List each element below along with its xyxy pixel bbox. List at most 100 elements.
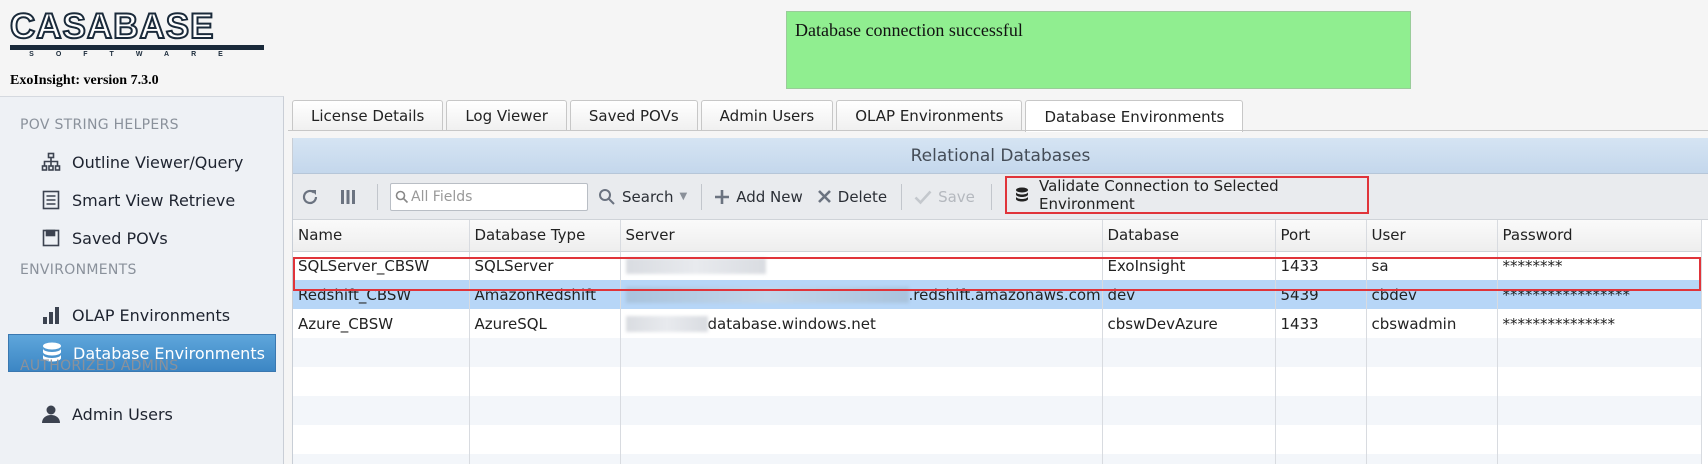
cell-port: 5439 (1275, 280, 1367, 309)
grid-header-row: Name Database Type Server Database Port … (293, 220, 1702, 252)
sidebar-section-authorized-admins: AUTHORIZED ADMINS (20, 358, 179, 374)
database-icon (1015, 187, 1029, 203)
reload-button[interactable] (301, 188, 325, 206)
cell-server (620, 251, 1103, 280)
tab-divider (288, 130, 1708, 131)
redacted-text (625, 316, 708, 332)
columns-button[interactable] (339, 188, 363, 206)
empty-row (293, 367, 1702, 396)
tab-bar: License Details Log Viewer Saved POVs Ad… (292, 100, 1246, 132)
casabase-logo: CASABASE SOFTWARE (9, 7, 264, 58)
search-field-icon (395, 190, 409, 204)
column-header-port[interactable]: Port (1275, 220, 1367, 252)
panel-title: Relational Databases (293, 138, 1708, 174)
sidebar-item-label: Saved POVs (72, 228, 168, 248)
save-icon (40, 227, 62, 249)
cell-database-type: AmazonRedshift (469, 280, 621, 309)
cell-name: Azure_CBSW (293, 309, 470, 338)
column-header-password[interactable]: Password (1497, 220, 1702, 252)
tab-log-viewer[interactable]: Log Viewer (446, 100, 567, 130)
delete-button[interactable]: Delete (817, 188, 887, 206)
plus-icon (714, 189, 730, 205)
cell-password: ***************** (1497, 280, 1702, 309)
table-row-selected[interactable]: Redshift_CBSW AmazonRedshift .redshift.a… (293, 280, 1702, 309)
sidebar-item-label: Smart View Retrieve (72, 190, 236, 210)
column-header-database[interactable]: Database (1102, 220, 1276, 252)
sidebar-item-label: Outline Viewer/Query (72, 152, 244, 172)
validate-connection-button[interactable]: Validate Connection to Selected Environm… (1005, 176, 1369, 214)
cell-password: *************** (1497, 309, 1702, 338)
toolbar-separator (901, 183, 903, 210)
checkmark-icon (914, 189, 932, 205)
cell-database-type: SQLServer (469, 251, 621, 280)
sidebar-section-pov-helpers: POV STRING HELPERS (20, 117, 179, 133)
add-new-button[interactable]: Add New (714, 188, 803, 206)
table-row[interactable]: Azure_CBSW AzureSQL database.windows.net… (293, 309, 1702, 338)
search-button[interactable]: Search ▼ (598, 188, 687, 206)
sidebar-item-olap-environments[interactable]: OLAP Environments (8, 296, 276, 334)
delete-label: Delete (837, 187, 888, 206)
redacted-text (625, 287, 909, 303)
cell-database-type: AzureSQL (469, 309, 621, 338)
user-icon (40, 403, 62, 425)
grid-toolbar: Search ▼ Add New Delete Save (293, 174, 1708, 220)
toolbar-separator (377, 183, 378, 210)
column-header-server[interactable]: Server (620, 220, 1103, 252)
cell-database: cbswDevAzure (1102, 309, 1276, 338)
empty-row (293, 454, 1702, 464)
sidebar-item-smart-view-retrieve[interactable]: Smart View Retrieve (8, 181, 276, 219)
version-label: ExoInsight: version 7.3.0 (10, 73, 159, 88)
save-label: Save (938, 187, 975, 206)
sidebar-section-environments: ENVIRONMENTS (20, 262, 137, 278)
columns-icon (339, 188, 357, 206)
document-icon (40, 189, 62, 211)
tab-license-details[interactable]: License Details (292, 100, 444, 130)
sidebar-item-admin-users[interactable]: Admin Users (8, 395, 276, 433)
logo-text: CASABASE (9, 7, 215, 46)
cell-port: 1433 (1275, 309, 1367, 338)
toolbar-separator (990, 183, 992, 210)
add-new-label: Add New (736, 187, 803, 206)
hierarchy-icon (40, 151, 62, 173)
cell-user: cbswadmin (1366, 309, 1498, 338)
close-icon (817, 189, 832, 204)
cell-server: database.windows.net (620, 309, 1103, 338)
toolbar-separator (701, 183, 703, 210)
sidebar-item-label: Admin Users (72, 404, 173, 424)
search-input[interactable] (411, 188, 581, 205)
sidebar-item-outline-viewer[interactable]: Outline Viewer/Query (8, 143, 276, 181)
refresh-icon (301, 188, 319, 206)
cell-name: SQLServer_CBSW (293, 251, 470, 280)
search-field[interactable] (390, 182, 588, 211)
redacted-text (625, 258, 766, 275)
sidebar-item-saved-povs[interactable]: Saved POVs (8, 219, 276, 257)
tab-admin-users[interactable]: Admin Users (700, 100, 834, 130)
search-label: Search (622, 187, 674, 206)
bar-chart-icon (40, 304, 62, 326)
table-row[interactable]: SQLServer_CBSW SQLServer ExoInsight 1433… (293, 251, 1702, 280)
cell-name: Redshift_CBSW (293, 280, 470, 309)
environments-grid: Name Database Type Server Database Port … (293, 220, 1702, 464)
chevron-down-icon: ▼ (679, 191, 688, 202)
cell-server: .redshift.amazonaws.com (620, 280, 1103, 309)
tab-saved-povs[interactable]: Saved POVs (569, 100, 698, 130)
logo-subtext: SOFTWARE (29, 51, 245, 58)
status-message: Database connection successful (786, 11, 1411, 89)
column-header-name[interactable]: Name (293, 220, 470, 252)
empty-row (293, 396, 1702, 425)
sidebar-item-label: OLAP Environments (72, 305, 231, 325)
column-header-database-type[interactable]: Database Type (469, 220, 621, 252)
server-suffix: database.windows.net (707, 314, 876, 333)
cell-password: ******** (1497, 251, 1702, 280)
empty-row (293, 338, 1702, 367)
tab-database-environments[interactable]: Database Environments (1025, 100, 1244, 132)
empty-row (293, 425, 1702, 454)
relational-databases-panel: Relational Databases Search ▼ (292, 138, 1708, 464)
cell-database: dev (1102, 280, 1276, 309)
cell-user: sa (1366, 251, 1498, 280)
cell-user: cbdev (1366, 280, 1498, 309)
save-button[interactable]: Save (914, 188, 975, 206)
cell-database: ExoInsight (1102, 251, 1276, 280)
column-header-user[interactable]: User (1366, 220, 1498, 252)
tab-olap-environments[interactable]: OLAP Environments (836, 100, 1023, 130)
